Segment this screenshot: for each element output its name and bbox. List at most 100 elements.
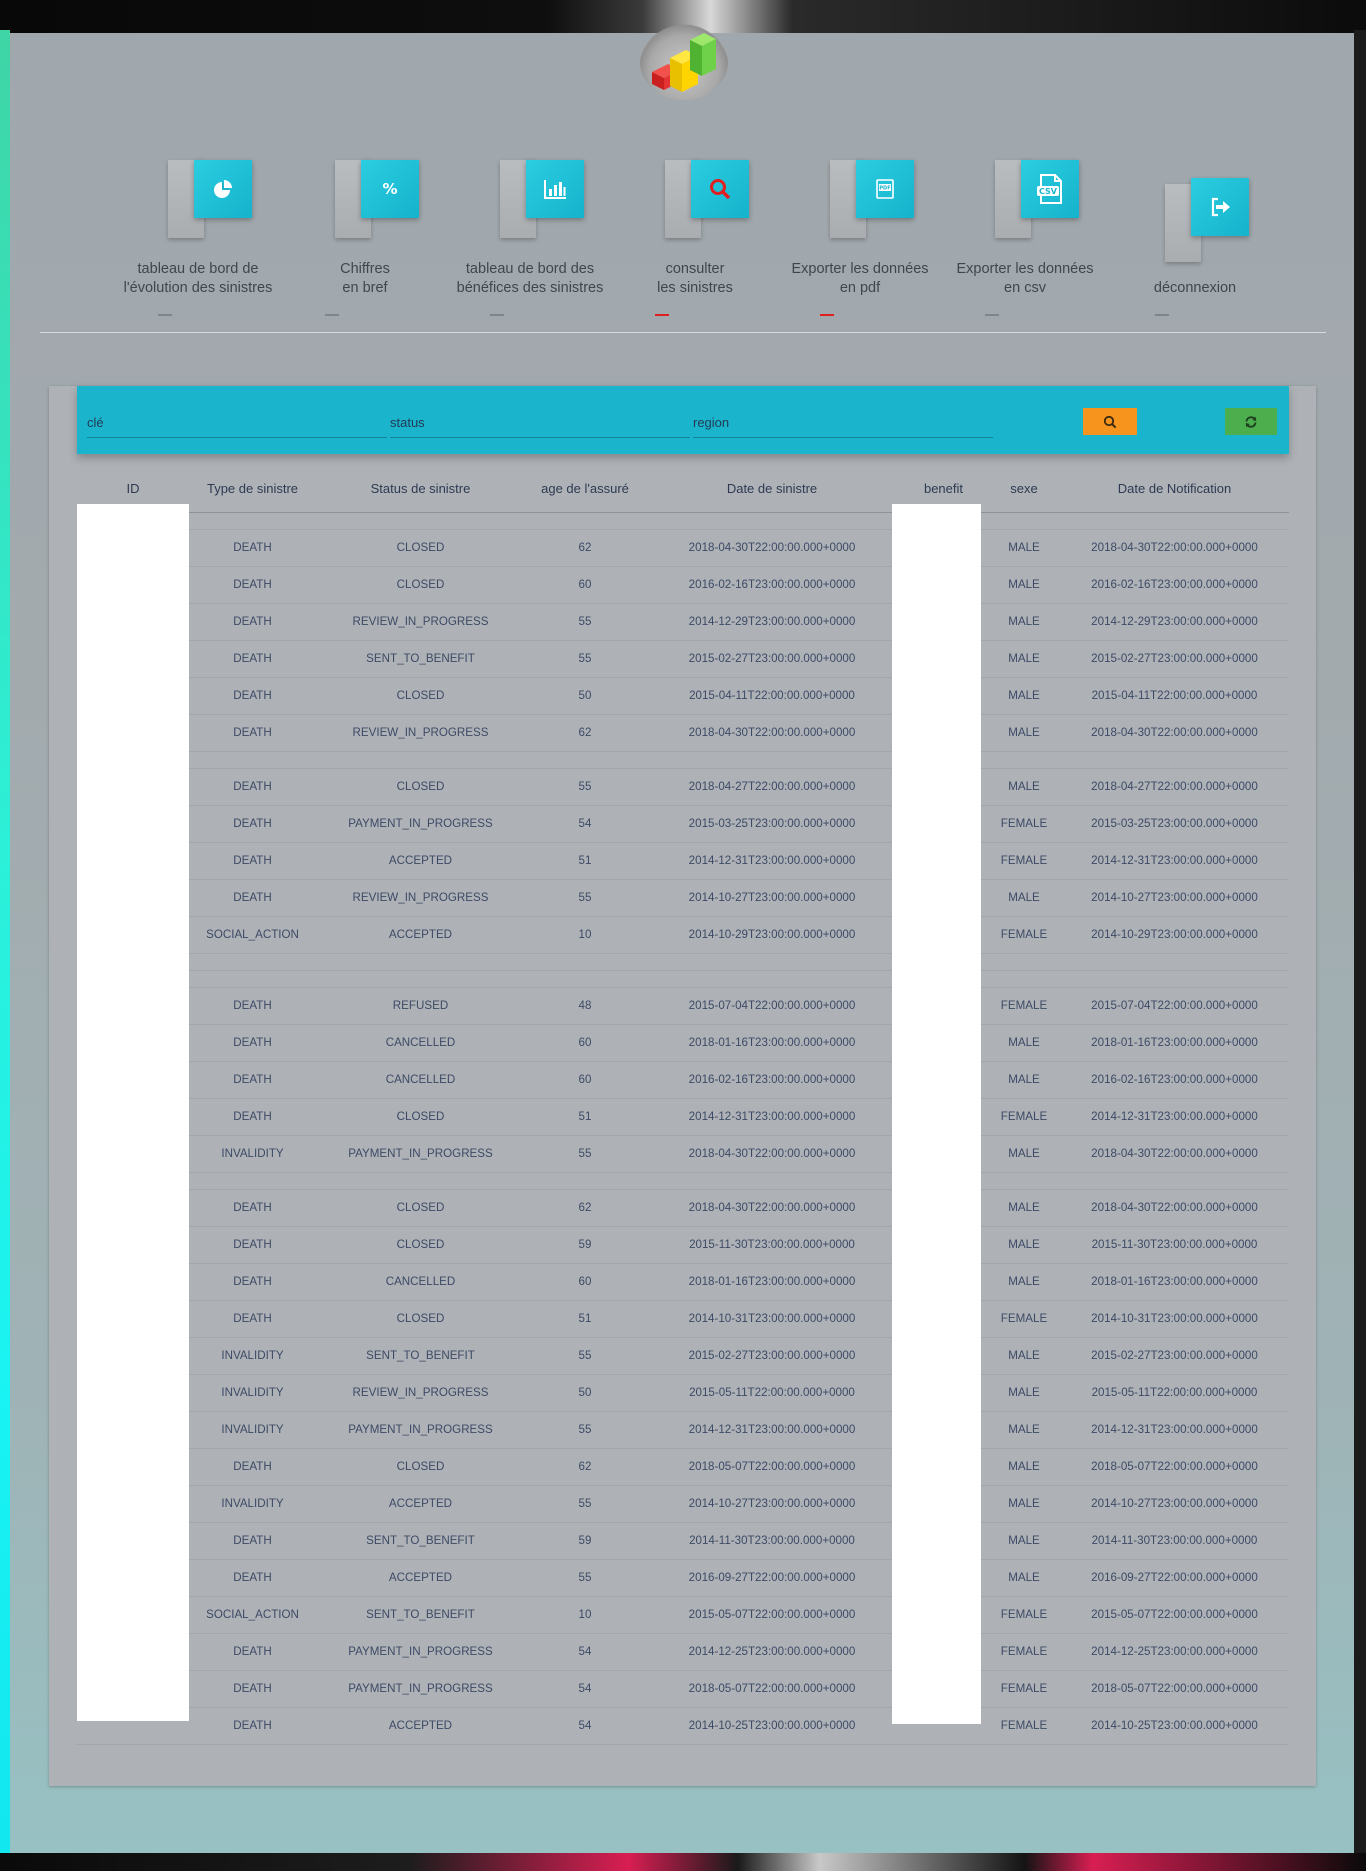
status-input[interactable] bbox=[390, 408, 690, 436]
nav-item-2[interactable]: tableau de bord des bénéfices des sinist… bbox=[450, 160, 610, 332]
key-input[interactable] bbox=[87, 408, 387, 436]
cell-status: ACCEPTED bbox=[316, 1485, 525, 1523]
column-header-age[interactable]: age de l'assuré bbox=[525, 466, 645, 513]
nav-tile-button[interactable]: CSV bbox=[1021, 160, 1079, 218]
table-row-empty[interactable] bbox=[77, 751, 1289, 769]
nav-tile-button[interactable] bbox=[194, 160, 252, 218]
cell-status: CLOSED bbox=[316, 1189, 525, 1227]
table-row[interactable]: DEATH CANCELLED 60 2018-01-16T23:00:00.000+… bbox=[77, 1024, 1289, 1062]
redacted-benefit-column bbox=[892, 504, 981, 1724]
pdf-file-icon: PDF bbox=[873, 177, 897, 201]
table-row[interactable]: DEATH CLOSED 51 2014-10-31T23:00:00.000+000… bbox=[77, 1300, 1289, 1338]
table-row[interactable]: DEATH REVIEW_IN_PROGRESS 55 2014-12-29T23:0… bbox=[77, 603, 1289, 641]
table-row[interactable]: INVALIDITY ACCEPTED 55 2014-10-27T23:00:00.… bbox=[77, 1485, 1289, 1523]
table-row[interactable]: DEATH CLOSED 62 2018-05-07T22:00:00.000+000… bbox=[77, 1448, 1289, 1486]
cell-date: 2018-04-30T22:00:00.000+0000 bbox=[645, 1189, 899, 1227]
cell-type: DEATH bbox=[189, 1559, 316, 1597]
cell-date: 2014-10-25T23:00:00.000+0000 bbox=[645, 1707, 899, 1745]
pie-chart-icon bbox=[211, 177, 235, 201]
cell-sexe: MALE bbox=[988, 1024, 1060, 1062]
cell-status: CANCELLED bbox=[316, 1061, 525, 1099]
nav-tile-button[interactable] bbox=[526, 160, 584, 218]
cell-age: 50 bbox=[525, 1374, 645, 1412]
cell-notification-date bbox=[1060, 1172, 1289, 1190]
table-row[interactable]: DEATH SENT_TO_BENEFIT 55 2015-02-27T23:00:0… bbox=[77, 640, 1289, 678]
table-row[interactable]: INVALIDITY PAYMENT_IN_PROGRESS 55 2018-04-3… bbox=[77, 1135, 1289, 1173]
cell-type: DEATH bbox=[189, 1024, 316, 1062]
table-row[interactable]: INVALIDITY REVIEW_IN_PROGRESS 50 2015-05-11… bbox=[77, 1374, 1289, 1412]
cell-notification-date: 2015-04-11T22:00:00.000+0000 bbox=[1060, 677, 1289, 715]
table-row[interactable]: DEATH SENT_TO_BENEFIT 59 2014-11-30T23:00:0… bbox=[77, 1522, 1289, 1560]
cell-age: 48 bbox=[525, 987, 645, 1025]
table-row[interactable]: DEATH CLOSED 51 2014-12-31T23:00:00.000+000… bbox=[77, 1098, 1289, 1136]
table-row-empty[interactable] bbox=[77, 970, 1289, 988]
table-row-empty[interactable] bbox=[77, 953, 1289, 971]
nav-item-4[interactable]: PDF Exporter les données en pdf bbox=[780, 160, 940, 332]
table-row[interactable]: DEATH PAYMENT_IN_PROGRESS 54 2015-03-25T23:… bbox=[77, 805, 1289, 843]
column-header-notification-date[interactable]: Date de Notification bbox=[1060, 466, 1289, 513]
table-row[interactable]: DEATH ACCEPTED 55 2016-09-27T22:00:00.000+0… bbox=[77, 1559, 1289, 1597]
table-row[interactable]: DEATH PAYMENT_IN_PROGRESS 54 2014-12-25T23:… bbox=[77, 1633, 1289, 1671]
claims-card: ID Type de sinistre Status de sinistre a… bbox=[49, 386, 1316, 1786]
nav-tile-button[interactable] bbox=[691, 160, 749, 218]
refresh-button[interactable] bbox=[1225, 408, 1277, 435]
table-row[interactable]: SOCIAL_ACTION SENT_TO_BENEFIT 10 2015-05-07… bbox=[77, 1596, 1289, 1634]
cell-type bbox=[189, 970, 316, 988]
nav-item-0[interactable]: tableau de bord de l'évolution des sinis… bbox=[118, 160, 278, 332]
nav-tile-button[interactable] bbox=[1191, 178, 1249, 236]
nav-item-5[interactable]: CSV Exporter les données en csv bbox=[945, 160, 1105, 332]
nav-tile-button[interactable]: % bbox=[361, 160, 419, 218]
cell-notification-date bbox=[1060, 953, 1289, 971]
table-row[interactable]: DEATH CLOSED 62 2018-04-30T22:00:00.000+000… bbox=[77, 529, 1289, 567]
cell-sexe bbox=[988, 970, 1060, 988]
cell-sexe: MALE bbox=[988, 1337, 1060, 1375]
table-row[interactable]: INVALIDITY SENT_TO_BENEFIT 55 2015-02-27T23… bbox=[77, 1337, 1289, 1375]
search-button[interactable] bbox=[1083, 408, 1137, 435]
cell-date: 2018-05-07T22:00:00.000+0000 bbox=[645, 1670, 899, 1708]
cell-type bbox=[189, 1172, 316, 1190]
nav-tile-button[interactable]: PDF bbox=[856, 160, 914, 218]
svg-text:CSV: CSV bbox=[1039, 187, 1058, 196]
table-row[interactable]: SOCIAL_ACTION ACCEPTED 10 2014-10-29T23:00:… bbox=[77, 916, 1289, 954]
nav-item-1[interactable]: % Chiffres en bref bbox=[285, 160, 445, 332]
table-row[interactable]: DEATH REVIEW_IN_PROGRESS 62 2018-04-30T22:0… bbox=[77, 714, 1289, 752]
cell-notification-date: 2016-09-27T22:00:00.000+0000 bbox=[1060, 1559, 1289, 1597]
cell-sexe: MALE bbox=[988, 603, 1060, 641]
table-row[interactable]: DEATH ACCEPTED 51 2014-12-31T23:00:00.000+0… bbox=[77, 842, 1289, 880]
table-row[interactable]: INVALIDITY PAYMENT_IN_PROGRESS 55 2014-12-3… bbox=[77, 1411, 1289, 1449]
cell-date: 2014-12-31T23:00:00.000+0000 bbox=[645, 1098, 899, 1136]
table-row-empty[interactable] bbox=[77, 512, 1289, 530]
cell-date bbox=[645, 751, 899, 769]
table-row[interactable]: DEATH CLOSED 50 2015-04-11T22:00:00.000+000… bbox=[77, 677, 1289, 715]
svg-text:%: % bbox=[382, 180, 397, 198]
cell-age: 55 bbox=[525, 1411, 645, 1449]
cell-type: DEATH bbox=[189, 1263, 316, 1301]
table-row[interactable]: DEATH ACCEPTED 54 2014-10-25T23:00:00.000+0… bbox=[77, 1707, 1289, 1745]
table-row[interactable]: DEATH CLOSED 60 2016-02-16T23:00:00.000+000… bbox=[77, 566, 1289, 604]
table-row[interactable]: DEATH CLOSED 55 2018-04-27T22:00:00.000+000… bbox=[77, 768, 1289, 806]
table-row[interactable]: DEATH REFUSED 48 2015-07-04T22:00:00.000+00… bbox=[77, 987, 1289, 1025]
table-row[interactable]: DEATH CLOSED 62 2018-04-30T22:00:00.000+000… bbox=[77, 1189, 1289, 1227]
table-row[interactable]: DEATH PAYMENT_IN_PROGRESS 54 2018-05-07T22:… bbox=[77, 1670, 1289, 1708]
table-row-empty[interactable] bbox=[77, 1172, 1289, 1190]
cell-age: 60 bbox=[525, 1263, 645, 1301]
cell-date: 2014-10-29T23:00:00.000+0000 bbox=[645, 916, 899, 954]
column-header-sexe[interactable]: sexe bbox=[988, 466, 1060, 513]
column-header-type[interactable]: Type de sinistre bbox=[189, 466, 316, 513]
table-row[interactable]: DEATH CANCELLED 60 2018-01-16T23:00:00.000+… bbox=[77, 1263, 1289, 1301]
table-row[interactable]: DEATH REVIEW_IN_PROGRESS 55 2014-10-27T23:0… bbox=[77, 879, 1289, 917]
cell-sexe: MALE bbox=[988, 1374, 1060, 1412]
cell-notification-date: 2018-05-07T22:00:00.000+0000 bbox=[1060, 1670, 1289, 1708]
nav-item-indicator bbox=[1155, 314, 1169, 316]
cell-type: DEATH bbox=[189, 1098, 316, 1136]
table-row[interactable]: DEATH CLOSED 59 2015-11-30T23:00:00.000+000… bbox=[77, 1226, 1289, 1264]
column-header-date[interactable]: Date de sinistre bbox=[645, 466, 899, 513]
nav-item-3[interactable]: consulter les sinistres bbox=[615, 160, 775, 332]
region-input[interactable] bbox=[693, 408, 993, 436]
cell-notification-date: 2014-12-31T23:00:00.000+0000 bbox=[1060, 842, 1289, 880]
table-row[interactable]: DEATH CANCELLED 60 2016-02-16T23:00:00.000+… bbox=[77, 1061, 1289, 1099]
cell-status: REVIEW_IN_PROGRESS bbox=[316, 1374, 525, 1412]
column-header-status[interactable]: Status de sinistre bbox=[316, 466, 525, 513]
nav-item-6[interactable]: déconnexion bbox=[1115, 160, 1275, 332]
cell-status: PAYMENT_IN_PROGRESS bbox=[316, 805, 525, 843]
